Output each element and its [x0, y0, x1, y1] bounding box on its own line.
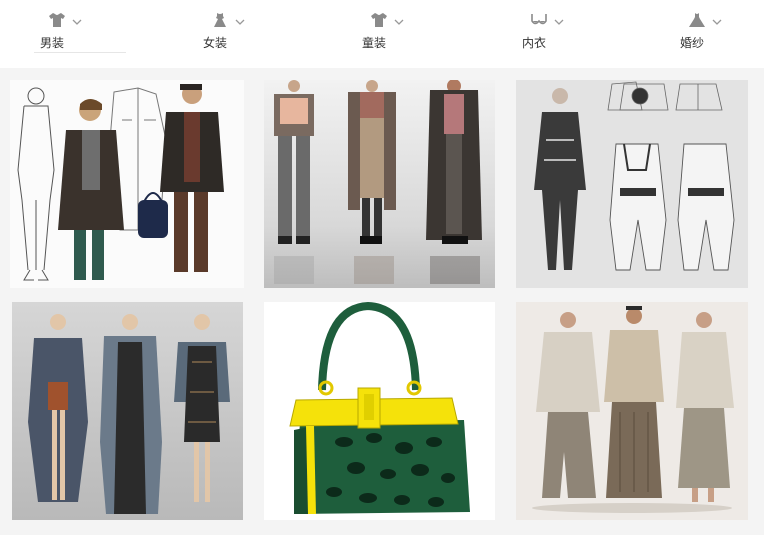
- category-nav: 男装 女装 童装 内衣 婚纱: [0, 0, 764, 58]
- chevron-down-icon: [554, 19, 564, 25]
- bra-icon: [531, 14, 547, 25]
- chevron-down-icon: [235, 19, 245, 25]
- nav-item-lingerie[interactable]: 内衣: [522, 10, 592, 54]
- gallery-image-womenswear-illustration[interactable]: [12, 302, 243, 520]
- gallery-image-menswear-sketch[interactable]: [10, 80, 244, 288]
- gallery-image-linen-models[interactable]: [516, 302, 748, 520]
- tshirt-icon: [49, 13, 65, 27]
- nav-label: 内衣: [522, 36, 547, 50]
- nav-item-womenswear[interactable]: 女装: [203, 10, 273, 54]
- gallery-image-layered-outfits[interactable]: [264, 80, 495, 288]
- chevron-down-icon: [394, 19, 404, 25]
- nav-item-menswear[interactable]: 男装: [40, 10, 110, 54]
- gallery-grid: [0, 68, 764, 535]
- nav-item-wedding[interactable]: 婚纱: [680, 10, 750, 54]
- active-underline: [34, 52, 126, 53]
- wedding-dress-icon: [689, 13, 705, 27]
- nav-label: 女装: [203, 36, 228, 50]
- chevron-down-icon: [712, 19, 722, 25]
- nav-item-kidswear[interactable]: 童装: [362, 10, 432, 54]
- kids-tshirt-icon: [371, 13, 387, 27]
- dress-icon: [214, 13, 226, 27]
- nav-label: 婚纱: [680, 36, 705, 50]
- nav-label: 童装: [362, 36, 387, 50]
- gallery-image-handbag[interactable]: [264, 302, 495, 520]
- gallery-image-technical-flat[interactable]: [516, 80, 748, 288]
- nav-label: 男装: [40, 36, 65, 50]
- chevron-down-icon: [72, 19, 82, 25]
